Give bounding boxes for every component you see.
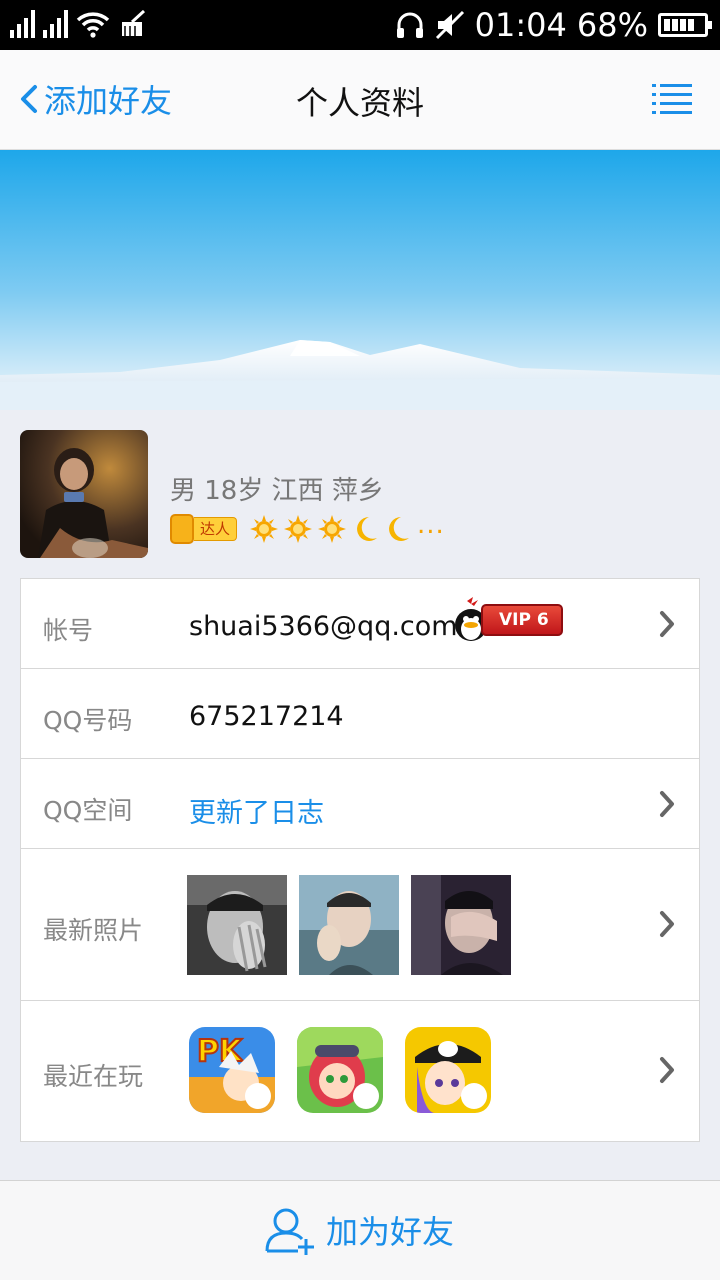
tencent-game-icon <box>245 1083 271 1109</box>
cover-image[interactable] <box>0 150 720 410</box>
level-more: ... <box>417 510 445 540</box>
row-qq-number[interactable]: QQ号码 675217214 <box>21 669 699 759</box>
avatar[interactable] <box>20 430 148 558</box>
moon-icon <box>357 517 378 541</box>
qq-number-label: QQ号码 <box>43 706 133 735</box>
status-left <box>10 10 148 38</box>
games-label: 最近在玩 <box>43 1062 144 1091</box>
game-icons: PK <box>189 1027 491 1113</box>
daren-label: 达人 <box>194 517 238 541</box>
chevron-right-icon <box>660 911 674 937</box>
account-label: 帐号 <box>43 616 94 645</box>
sun-icon <box>318 515 347 543</box>
profile-info-card: 帐号 shuai5366@qq.com VIP 6 QQ号码 675217214… <box>20 578 700 1142</box>
add-friend-button[interactable]: 加为好友 <box>264 1205 454 1255</box>
status-time: 01:04 <box>474 6 567 44</box>
vip-level: VIP 6 <box>481 604 563 636</box>
row-qzone[interactable]: QQ空间 更新了日志 <box>21 759 699 849</box>
qzone-value[interactable]: 更新了日志 <box>189 791 324 830</box>
chevron-right-icon <box>660 791 674 817</box>
game-icon[interactable] <box>405 1027 491 1113</box>
wifi-icon <box>76 12 110 38</box>
qq-level[interactable]: ... <box>249 510 445 544</box>
clean-icon <box>122 10 146 36</box>
game-icon[interactable] <box>297 1027 383 1113</box>
photos-label: 最新照片 <box>43 916 144 945</box>
status-battery-text: 68% <box>576 6 648 44</box>
mute-icon <box>435 10 464 40</box>
photo-thumbnail[interactable] <box>411 875 511 975</box>
add-user-icon <box>265 1208 314 1255</box>
menu-icon[interactable] <box>652 84 692 114</box>
daren-badge[interactable]: 达人 <box>170 514 238 544</box>
game-icon[interactable]: PK <box>189 1027 275 1113</box>
vip-badge[interactable]: VIP 6 <box>451 597 563 643</box>
qq-number-value: 675217214 <box>189 701 344 732</box>
photo-thumbnail[interactable] <box>187 875 287 975</box>
nav-bar: 添加好友 个人资料 <box>0 50 720 150</box>
photo-thumbnail[interactable] <box>299 875 399 975</box>
row-account[interactable]: 帐号 shuai5366@qq.com VIP 6 <box>21 579 699 669</box>
account-value: shuai5366@qq.com <box>189 611 458 642</box>
qzone-label: QQ空间 <box>43 796 133 825</box>
moon-icon <box>389 517 410 541</box>
daren-icon <box>170 514 194 544</box>
status-bar: 01:04 68% <box>0 0 720 50</box>
status-right: 01:04 68% <box>395 6 712 44</box>
page-title: 个人资料 <box>295 84 424 122</box>
tencent-game-icon <box>353 1083 379 1109</box>
photo-thumbnails <box>187 875 511 975</box>
signal-icon <box>10 10 35 38</box>
row-photos[interactable]: 最新照片 <box>21 849 699 1001</box>
battery-icon <box>658 13 712 37</box>
sun-icon <box>250 515 279 543</box>
basic-info: 男 18岁 江西 萍乡 <box>170 476 384 506</box>
sun-icon <box>284 515 313 543</box>
chevron-right-icon <box>660 611 674 637</box>
signal-icon <box>43 10 68 38</box>
row-recent-games[interactable]: 最近在玩 PK <box>21 1001 699 1141</box>
chevron-right-icon <box>660 1057 674 1083</box>
tencent-game-icon <box>461 1083 487 1109</box>
badges: 达人 ... <box>170 510 445 544</box>
bottom-bar: 加为好友 <box>0 1180 720 1280</box>
headphone-icon <box>396 12 423 38</box>
add-friend-label: 加为好友 <box>326 1213 455 1251</box>
